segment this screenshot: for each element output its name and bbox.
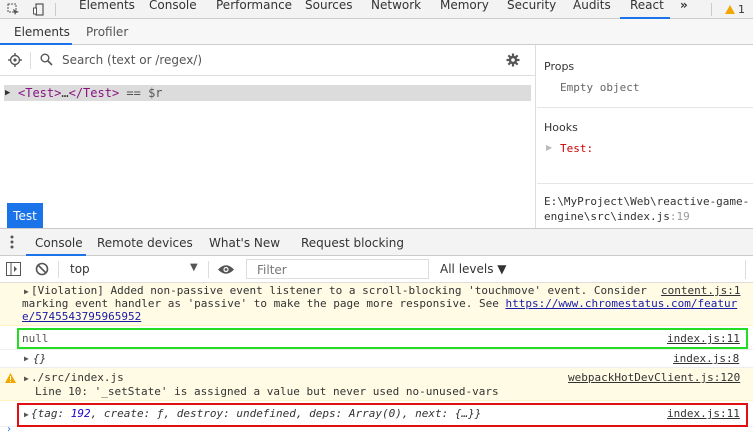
drawer-menu-icon[interactable] bbox=[10, 235, 14, 252]
object-source-link[interactable]: index.js:8 bbox=[673, 352, 739, 365]
component-breadcrumb-button[interactable]: Test bbox=[7, 203, 43, 228]
filter-placeholder: Filter bbox=[257, 263, 287, 277]
more-tabs-button[interactable]: » bbox=[680, 0, 688, 17]
hook-name: Test: bbox=[560, 142, 594, 155]
highlight-box-green bbox=[17, 328, 748, 349]
tree-ellipsis: … bbox=[61, 86, 69, 100]
tree-close-tag: </Test> bbox=[68, 86, 120, 100]
console-prompt-icon[interactable]: › bbox=[6, 424, 12, 433]
drawer-tab-remote-devices[interactable]: Remote devices bbox=[97, 236, 193, 250]
devtools-tabbar: Elements Console Performance Sources Net… bbox=[0, 0, 753, 19]
source-line-number: :19 bbox=[669, 210, 690, 223]
violation-source-link[interactable]: content.js:1 bbox=[661, 284, 740, 297]
search-icon bbox=[40, 53, 53, 69]
props-empty-text: Empty object bbox=[560, 81, 640, 94]
warning-line2: Line 10: '_setState' is assigned a value… bbox=[35, 385, 499, 398]
tab-performance[interactable]: Performance bbox=[216, 0, 292, 17]
warning-line1: ./src/index.js bbox=[31, 371, 124, 384]
search-divider bbox=[30, 52, 31, 69]
expand-arrow-icon[interactable]: ▶ bbox=[24, 374, 29, 383]
props-heading: Props bbox=[544, 60, 575, 73]
toolbar-divider bbox=[58, 261, 59, 278]
source-file: engine\src\index.js bbox=[544, 210, 670, 223]
violation-link[interactable]: https://www.chromestatus.com/featur bbox=[505, 297, 737, 310]
component-tree-panel: Search (text or /regex/) ▶ <Test>…</Test… bbox=[0, 45, 536, 228]
toolbar-divider bbox=[711, 3, 712, 16]
drawer-tab-request-blocking[interactable]: Request blocking bbox=[301, 236, 404, 250]
console-message-violation: ▶ [Violation] Added non-passive event li… bbox=[0, 283, 753, 326]
inspect-element-icon[interactable] bbox=[4, 0, 22, 18]
violation-link-cont[interactable]: e/5745543795965952 bbox=[22, 310, 141, 323]
drawer-tab-console[interactable]: Console bbox=[35, 236, 83, 250]
expand-arrow-icon[interactable]: ▶ bbox=[24, 354, 29, 363]
source-path-line1: E:\MyProject\Web\reactive-game- bbox=[544, 195, 750, 208]
violation-line2-text: marking event handler as 'passive' to ma… bbox=[22, 297, 506, 310]
tab-security[interactable]: Security bbox=[507, 0, 556, 17]
drawer-tab-whats-new[interactable]: What's New bbox=[209, 236, 280, 250]
console-message-object: ▶ {} index.js:8 bbox=[0, 350, 753, 368]
context-dropdown-arrow-icon[interactable]: ▼ bbox=[190, 262, 198, 273]
console-toolbar: top ▼ Filter All levels ▼ bbox=[0, 256, 753, 283]
react-tab-profiler[interactable]: Profiler bbox=[86, 25, 128, 39]
toolbar-divider bbox=[55, 3, 56, 16]
settings-gear-icon[interactable] bbox=[506, 53, 520, 70]
hooks-heading: Hooks bbox=[544, 121, 578, 134]
log-levels-dropdown[interactable]: All levels ▼ bbox=[440, 262, 507, 276]
react-tabbar: Elements Profiler bbox=[0, 19, 753, 45]
tab-react[interactable]: React bbox=[630, 0, 664, 17]
select-component-icon[interactable] bbox=[8, 53, 22, 70]
console-message-warning: ▶ ./src/index.js Line 10: '_setState' is… bbox=[0, 368, 753, 401]
toolbar-divider bbox=[745, 260, 746, 279]
warning-icon bbox=[725, 4, 735, 14]
violation-line1: [Violation] Added non-passive event list… bbox=[31, 284, 647, 297]
warning-source-link[interactable]: webpackHotDevClient.js:120 bbox=[568, 371, 740, 384]
sidebar-toggle-icon[interactable] bbox=[6, 262, 21, 279]
tab-network[interactable]: Network bbox=[371, 0, 421, 17]
expand-arrow-icon[interactable]: ▶ bbox=[24, 287, 29, 296]
component-tree-row[interactable]: ▶ <Test>…</Test> == $r bbox=[4, 85, 531, 101]
toolbar-divider bbox=[208, 261, 209, 278]
clear-console-icon[interactable] bbox=[35, 262, 49, 279]
context-selector[interactable]: top bbox=[70, 262, 90, 276]
tab-console[interactable]: Console bbox=[149, 0, 197, 17]
console-messages: ▶ [Violation] Added non-passive event li… bbox=[0, 283, 753, 433]
live-expression-eye-icon[interactable] bbox=[217, 264, 235, 278]
expand-arrow-icon[interactable]: ▶ bbox=[5, 88, 10, 98]
search-input[interactable]: Search (text or /regex/) bbox=[62, 53, 202, 67]
warning-counter[interactable]: 1 bbox=[725, 0, 745, 18]
section-divider bbox=[537, 183, 753, 184]
highlight-box-red bbox=[17, 403, 748, 427]
tree-dollar-r: == $r bbox=[126, 86, 163, 100]
tree-open-tag: <Test> bbox=[18, 86, 62, 100]
tab-audits[interactable]: Audits bbox=[573, 0, 611, 17]
warning-icon bbox=[5, 373, 16, 386]
tab-memory[interactable]: Memory bbox=[440, 0, 489, 17]
device-toolbar-icon[interactable] bbox=[30, 0, 48, 18]
tab-elements[interactable]: Elements bbox=[79, 0, 135, 17]
inspector-panel: Props Empty object Hooks ▶ Test: E:\MyPr… bbox=[537, 45, 753, 228]
filter-input[interactable]: Filter bbox=[246, 259, 429, 279]
source-path-line2: engine\src\index.js:19 bbox=[544, 210, 690, 223]
violation-line2: marking event handler as 'passive' to ma… bbox=[22, 297, 737, 310]
warning-count: 1 bbox=[738, 2, 745, 16]
section-divider bbox=[537, 107, 753, 108]
tab-sources[interactable]: Sources bbox=[305, 0, 352, 17]
object-value: {} bbox=[33, 352, 47, 365]
hook-expand-arrow-icon[interactable]: ▶ bbox=[546, 143, 552, 152]
drawer-tabbar: Console Remote devices What's New Reques… bbox=[0, 228, 753, 256]
search-row: Search (text or /regex/) bbox=[0, 45, 536, 76]
react-tab-elements[interactable]: Elements bbox=[14, 25, 70, 39]
